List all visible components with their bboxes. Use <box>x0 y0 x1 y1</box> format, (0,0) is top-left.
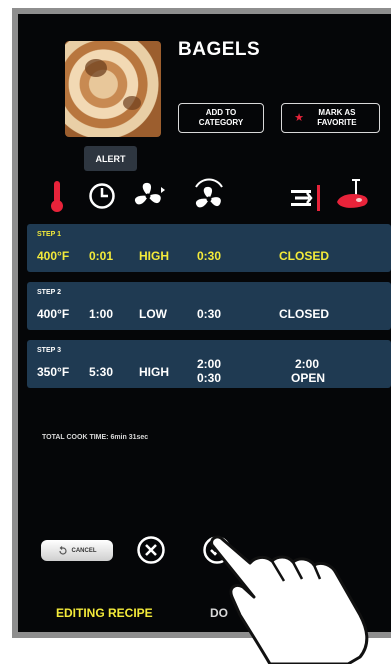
damper-icon <box>291 185 320 211</box>
recipe-title: BAGELS <box>178 39 261 60</box>
meat-probe-icon <box>337 179 368 208</box>
step-row-1[interactable]: STEP 1 400°F 0:01 HIGH 0:30 CLOSED <box>27 224 391 272</box>
fan-icon <box>134 182 165 205</box>
step-damper: CLOSED <box>279 307 330 321</box>
step-fan-duration-bottom: 0:30 <box>197 371 222 385</box>
step-label: STEP 2 <box>37 289 61 296</box>
step-temperature: 350°F <box>37 365 70 379</box>
undo-icon <box>58 545 67 555</box>
editing-recipe-label: EDITING RECIPE <box>56 606 153 620</box>
star-icon: ★ <box>294 112 304 124</box>
fan-speed-icon <box>195 178 223 208</box>
step-row-2[interactable]: STEP 2 400°F 1:00 LOW 0:30 CLOSED <box>27 282 391 330</box>
close-circle-button[interactable] <box>136 535 166 565</box>
step-temperature: 400°F <box>37 249 70 263</box>
clock-icon <box>89 183 115 209</box>
step-label: STEP 1 <box>37 231 61 238</box>
step-damper-top: 2:00 <box>295 357 320 371</box>
cancel-button[interactable]: CANCEL <box>41 540 113 561</box>
step-fan-speed: HIGH <box>139 249 169 263</box>
step-damper-bottom: OPEN <box>291 371 326 385</box>
step-time: 1:00 <box>89 307 114 321</box>
step-label: STEP 3 <box>37 347 61 354</box>
step-fan-speed: HIGH <box>139 365 169 379</box>
step-row-3[interactable]: STEP 3 350°F 5:30 HIGH 2:00 0:30 2:00 OP… <box>27 340 391 388</box>
step-fan-duration: 0:30 <box>197 249 222 263</box>
step-fan-duration: 0:30 <box>197 307 222 321</box>
step-fan-duration-top: 2:00 <box>197 357 222 371</box>
step-fan-speed: LOW <box>139 307 167 321</box>
alert-button[interactable]: ALERT <box>84 146 137 171</box>
step-time: 0:01 <box>89 249 114 263</box>
step-temperature: 400°F <box>37 307 70 321</box>
step-time: 5:30 <box>89 365 114 379</box>
pointing-hand-icon <box>210 535 369 664</box>
step-damper: CLOSED <box>279 249 330 263</box>
recipe-thumbnail <box>65 41 161 137</box>
add-to-category-button[interactable]: ADD TO CATEGORY <box>178 103 264 133</box>
mark-favorite-button[interactable]: ★ MARK AS FAVORITE <box>281 103 380 133</box>
thermometer-icon <box>51 181 63 212</box>
total-cook-time: TOTAL COOK TIME: 6min 31sec <box>42 434 149 441</box>
